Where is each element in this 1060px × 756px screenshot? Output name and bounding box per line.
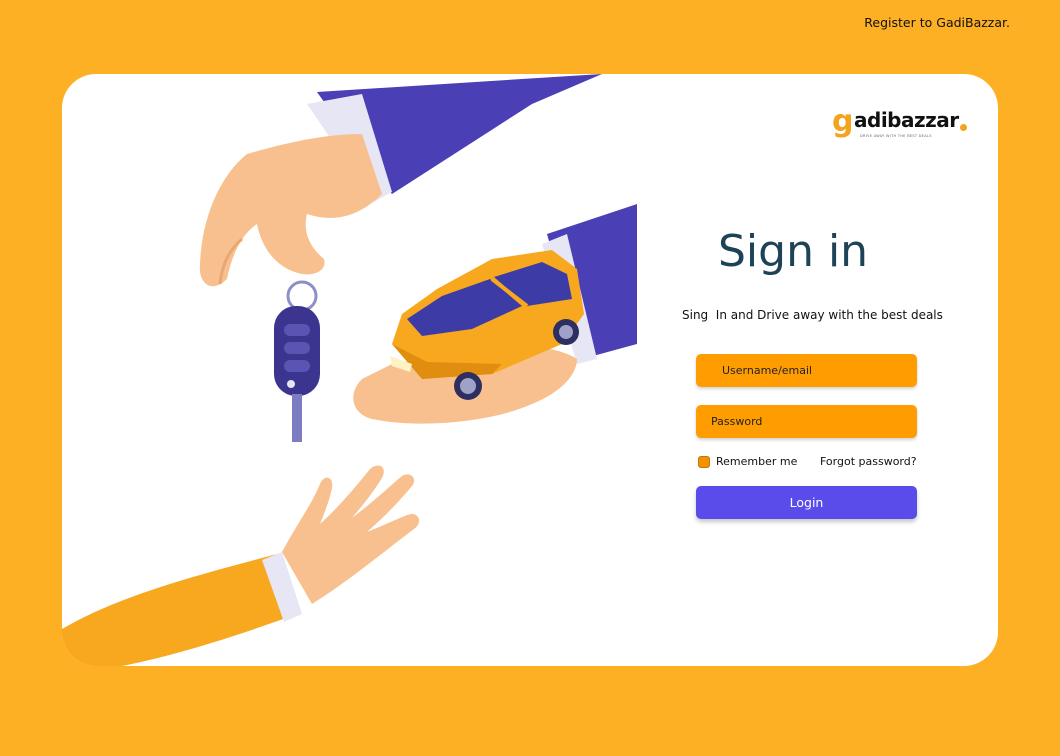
- signin-card: g adibazzar DRIVE AWAY WITH THE BEST DEA…: [62, 74, 998, 666]
- car-handover-illustration: [62, 74, 637, 666]
- remember-label: Remember me: [716, 455, 798, 468]
- gadibazzar-logo: g adibazzar DRIVE AWAY WITH THE BEST DEA…: [832, 104, 972, 152]
- username-input[interactable]: [696, 354, 917, 387]
- forgot-password-link[interactable]: Forgot password?: [820, 455, 917, 468]
- logo-dot-icon: [960, 124, 967, 131]
- remember-checkbox[interactable]: [698, 455, 710, 468]
- remember-me[interactable]: Remember me: [698, 455, 797, 468]
- password-input[interactable]: [696, 405, 917, 438]
- login-button[interactable]: Login: [696, 486, 917, 519]
- page-title: Sign in: [718, 226, 869, 277]
- register-link[interactable]: Register to GadiBazzar.: [864, 15, 1010, 30]
- logo-g-letter: g: [832, 104, 854, 139]
- page-subtitle: Sing In and Drive away with the best dea…: [682, 308, 943, 322]
- logo-wordmark: adibazzar: [854, 108, 959, 132]
- hand-icon: [62, 465, 420, 666]
- logo-tagline: DRIVE AWAY WITH THE BEST DEALS: [860, 134, 932, 138]
